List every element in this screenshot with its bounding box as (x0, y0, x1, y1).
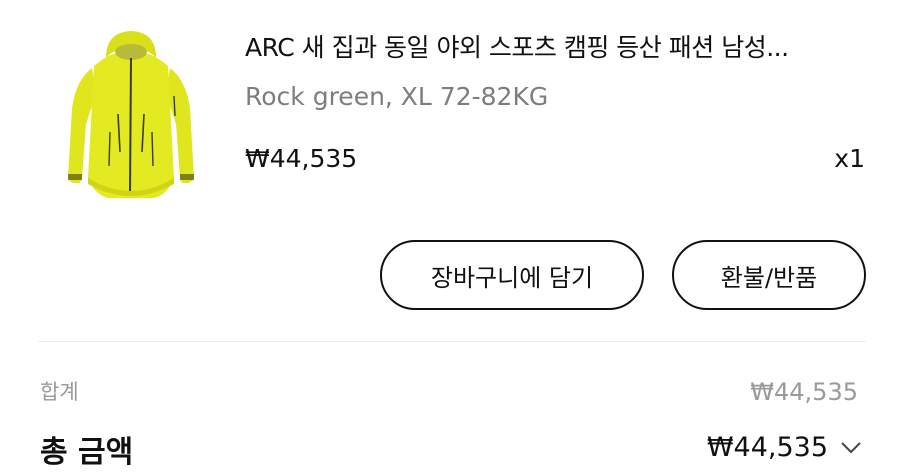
subtotal-value: ₩44,535 (750, 378, 858, 406)
jacket-icon (68, 31, 194, 198)
product-title[interactable]: ARC 새 집과 동일 야외 스포츠 캠핑 등산 패션 남성... (245, 28, 870, 64)
add-to-cart-button[interactable]: 장바구니에 담기 (380, 240, 644, 310)
total-label: 총 금액 (40, 435, 134, 470)
product-option: Rock green, XL 72-82KG (245, 82, 549, 111)
refund-return-button[interactable]: 환불/반품 (672, 240, 866, 310)
divider (38, 341, 866, 342)
product-image[interactable] (62, 28, 200, 204)
product-quantity: x1 (834, 144, 865, 173)
chevron-down-icon[interactable] (840, 441, 862, 455)
total-amount-toggle[interactable]: ₩44,535 (707, 432, 862, 463)
product-price: ₩44,535 (245, 144, 358, 173)
total-value: ₩44,535 (706, 432, 828, 463)
subtotal-label: 합계 (40, 380, 79, 404)
